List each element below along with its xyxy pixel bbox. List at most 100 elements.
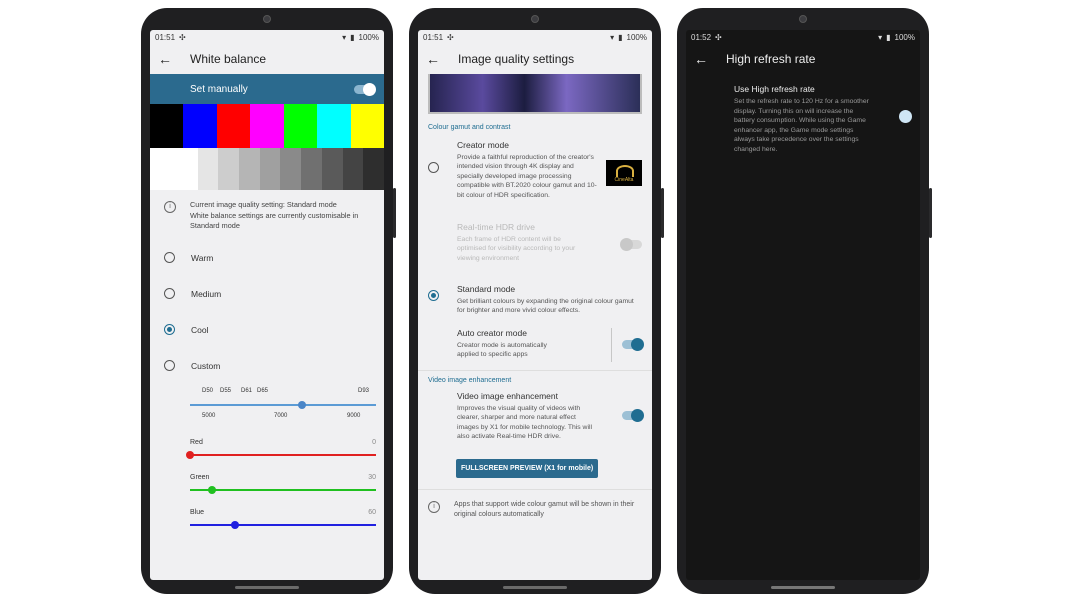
set-manually-row[interactable]: Set manually (150, 74, 384, 104)
high-refresh-toggle[interactable] (899, 110, 912, 123)
temperature-track (190, 403, 376, 406)
front-camera (263, 15, 271, 23)
gray-bar (150, 148, 198, 190)
rgb-channel-value: 30 (368, 473, 376, 481)
kelvin-scale: 5000 7000 9000 (190, 413, 372, 425)
fan-icon: ✣ (447, 32, 454, 42)
kelvin-7000: 7000 (274, 412, 288, 419)
hdr-drive-desc: Each frame of HDR content will be optimi… (457, 236, 576, 262)
gray-bar (197, 148, 219, 190)
front-camera (531, 15, 539, 23)
rgb-slider-green[interactable] (190, 485, 376, 495)
rgb-label-row: Red 0 (190, 439, 376, 446)
gesture-bar[interactable] (235, 586, 299, 589)
radio-button[interactable] (164, 324, 175, 336)
gesture-bar[interactable] (503, 586, 567, 589)
wb-option-custom[interactable]: Custom (150, 348, 384, 384)
fullscreen-preview-button[interactable]: FULLSCREEN PREVIEW (X1 for mobile) (456, 459, 599, 478)
color-bar (183, 104, 217, 148)
preset-d65: D65 (257, 387, 269, 394)
status-time: 01:51 (155, 32, 176, 42)
battery-level: 100% (626, 32, 647, 42)
preset-d93: D93 (358, 387, 370, 394)
rgb-channel-name: Blue (190, 508, 205, 516)
video-enhancement-toggle[interactable] (622, 409, 644, 422)
standard-mode-radio[interactable] (428, 290, 439, 301)
rgb-channel-name: Red (190, 438, 203, 446)
wb-option-label: Medium (191, 288, 222, 299)
page-title: White balance (190, 52, 267, 66)
wb-option-medium[interactable]: Medium (150, 276, 384, 312)
footnote-text: Apps that support wide colour gamut will… (454, 501, 635, 518)
toggle-knob (631, 338, 644, 351)
battery-icon: ▮ (886, 32, 891, 42)
slider-track (190, 523, 376, 526)
rgb-channel-value: 60 (368, 508, 376, 516)
slider-thumb[interactable] (186, 450, 194, 459)
color-bar (216, 104, 251, 148)
preset-d50: D50 (202, 387, 214, 394)
standard-mode-option[interactable]: Standard mode Get brilliant colours by e… (418, 284, 652, 328)
screen-white-balance: 01:51 ✣ ▾ ▮ 100% ← White balance Set manual… (150, 30, 384, 580)
color-bar (317, 104, 351, 148)
hdr-drive-toggle (620, 238, 642, 251)
color-test-bars (150, 104, 384, 148)
radio-button[interactable] (164, 252, 175, 264)
set-manually-toggle[interactable] (354, 82, 376, 96)
rgb-slider-blue[interactable] (190, 520, 376, 530)
app-bar: ← White balance (150, 44, 384, 74)
gesture-bar[interactable] (771, 586, 835, 589)
status-bar: 01:52 ✣ ▾ ▮ 100% (686, 30, 920, 44)
wb-option-label: Cool (191, 324, 209, 335)
slider-thumb[interactable] (208, 485, 217, 494)
radio-button[interactable] (164, 360, 175, 372)
status-time: 01:51 (423, 32, 444, 42)
creator-mode-option[interactable]: Creator mode Provide a faithful reproduc… (418, 140, 652, 220)
back-arrow-icon[interactable]: ← (426, 51, 448, 67)
fan-icon: ✣ (179, 32, 186, 42)
front-camera (799, 15, 807, 23)
rgb-label-row: Green 30 (190, 474, 376, 481)
standard-mode-title: Standard mode (457, 284, 516, 294)
page-title: High refresh rate (726, 52, 816, 66)
preset-d61: D61 (241, 387, 253, 394)
back-arrow-icon[interactable]: ← (694, 51, 716, 67)
rgb-slider-red[interactable] (186, 450, 376, 460)
preset-ticks: D50 D55 D61 D65 D93 (190, 388, 372, 400)
gray-bar (259, 148, 281, 190)
creator-mode-radio[interactable] (428, 162, 439, 173)
temperature-thumb[interactable] (297, 400, 306, 409)
color-bar (283, 104, 318, 148)
video-enhancement-desc: Improves the visual quality of videos wi… (457, 405, 592, 441)
auto-creator-toggle[interactable] (622, 338, 644, 351)
hdr-drive-row: Real-time HDR drive Each frame of HDR co… (418, 220, 652, 284)
battery-icon: ▮ (350, 32, 355, 42)
toggle-knob (620, 238, 633, 251)
info-icon: i (164, 201, 176, 213)
slider-thumb[interactable] (230, 520, 239, 529)
color-bar (350, 104, 384, 148)
slider-track (190, 453, 376, 456)
standard-mode-desc: Get brilliant colours by expanding the o… (457, 298, 634, 315)
temperature-slider[interactable] (190, 400, 376, 410)
creator-mode-title: Creator mode (457, 140, 509, 150)
wb-option-warm[interactable]: Warm (150, 240, 384, 276)
kelvin-9000: 9000 (347, 412, 361, 419)
video-enhancement-row[interactable]: Video image enhancement Improves the vis… (418, 391, 652, 457)
radio-button[interactable] (164, 288, 175, 300)
wb-option-label: Warm (191, 252, 214, 263)
high-refresh-desc: Set the refresh rate to 120 Hz for a smo… (734, 98, 869, 153)
high-refresh-row[interactable]: Use High refresh rate Set the refresh ra… (686, 74, 920, 154)
wifi-icon: ▾ (342, 32, 347, 42)
wb-option-cool[interactable]: Cool (150, 312, 384, 348)
toggle-knob (631, 409, 644, 422)
grayscale-test-bars (150, 148, 384, 190)
auto-creator-row[interactable]: Auto creator mode Creator mode is automa… (418, 328, 652, 370)
app-bar: ← Image quality settings (418, 44, 652, 74)
color-bar (250, 104, 284, 148)
screen-high-refresh: 01:52 ✣ ▾ ▮ 100% ← High refresh rate Use Hi… (686, 30, 920, 580)
battery-level: 100% (358, 32, 379, 42)
back-arrow-icon[interactable]: ← (158, 51, 180, 67)
slider-track (190, 488, 376, 491)
rgb-sliders: Red 0 Green 30 Blue 60 (150, 439, 384, 530)
